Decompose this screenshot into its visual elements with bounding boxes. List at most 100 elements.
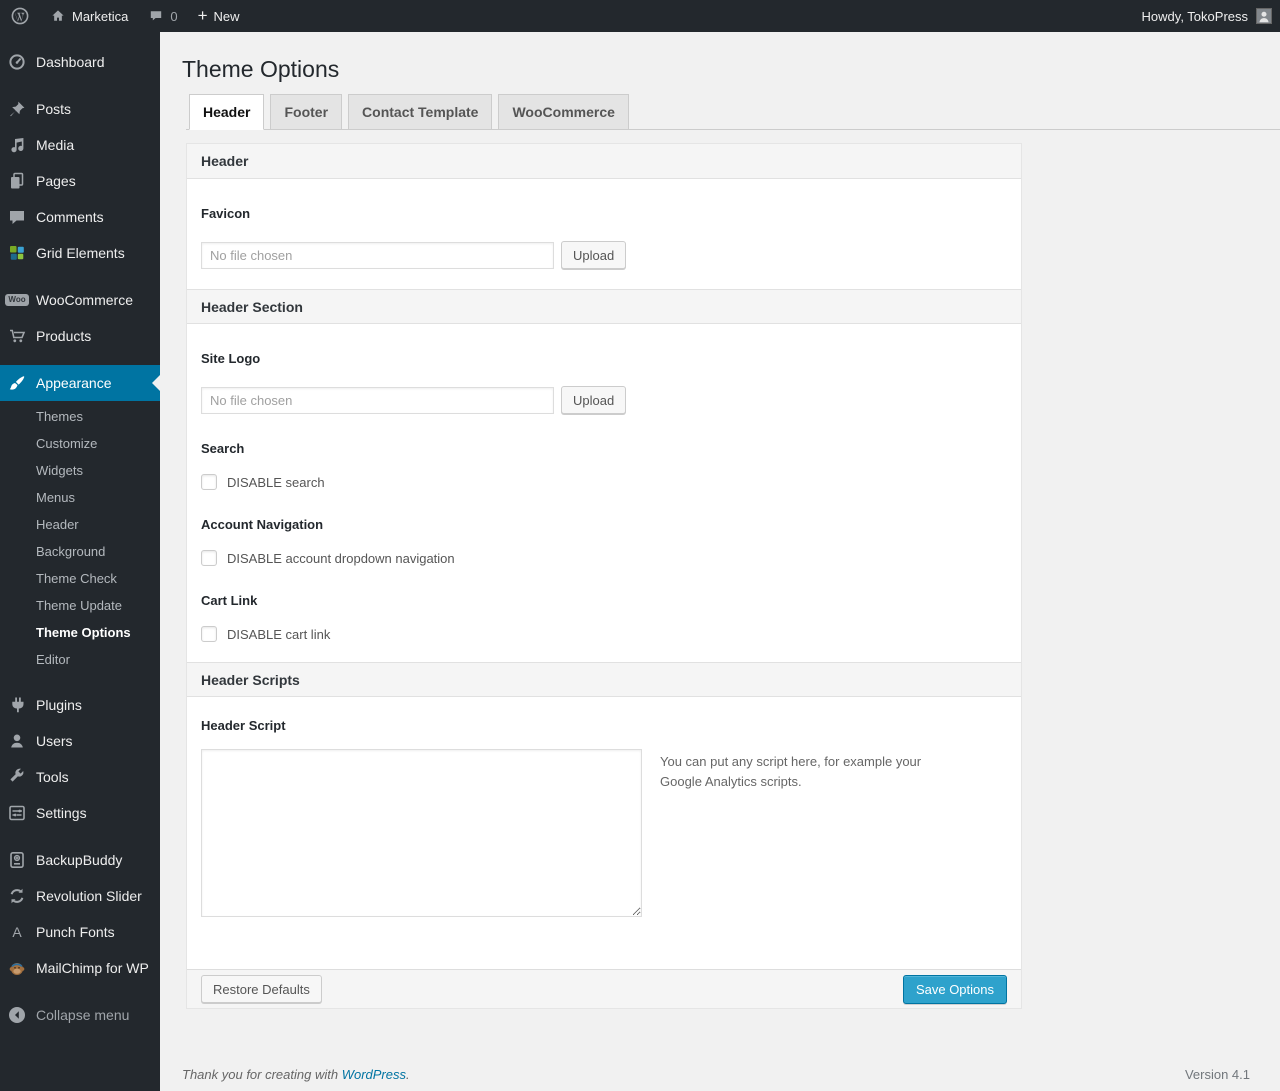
sidebar-item-products[interactable]: Products	[0, 318, 160, 354]
collapse-menu-button[interactable]: Collapse menu	[0, 997, 160, 1033]
submenu-item-header[interactable]: Header	[0, 511, 160, 538]
disable-account-nav-label: DISABLE account dropdown navigation	[227, 550, 455, 566]
favicon-file-input[interactable]	[201, 241, 554, 269]
sidebar-item-backupbuddy[interactable]: BackupBuddy	[0, 842, 160, 878]
sidebar-item-comments[interactable]: Comments	[0, 199, 160, 235]
account-navigation-label: Account Navigation	[201, 517, 324, 532]
main-content: Theme Options Header Footer Contact Templa…	[160, 32, 1280, 1091]
plus-icon: +	[197, 5, 208, 25]
tab-woocommerce[interactable]: WooCommerce	[498, 94, 629, 129]
sidebar-item-mailchimp[interactable]: MailChimp for WP	[0, 950, 160, 986]
footer-thanks-suffix: .	[406, 1067, 410, 1082]
sidebar-item-label: Comments	[36, 209, 104, 225]
submenu-item-theme-check[interactable]: Theme Check	[0, 565, 160, 592]
submenu-item-widgets[interactable]: Widgets	[0, 457, 160, 484]
sidebar-item-dashboard[interactable]: Dashboard	[0, 44, 160, 80]
submenu-item-menus[interactable]: Menus	[0, 484, 160, 511]
sidebar-item-users[interactable]: Users	[0, 723, 160, 759]
sidebar-item-settings[interactable]: Settings	[0, 795, 160, 831]
site-logo-upload-button[interactable]: Upload	[561, 386, 627, 414]
wrench-icon	[6, 767, 28, 787]
site-name: Marketica	[72, 8, 129, 24]
sidebar-item-punch-fonts[interactable]: A Punch Fonts	[0, 914, 160, 950]
footer-thanks-text: Thank you for creating with WordPress.	[182, 1067, 410, 1082]
sidebar-item-label: Tools	[36, 769, 69, 785]
submenu-item-themes[interactable]: Themes	[0, 403, 160, 430]
tab-footer[interactable]: Footer	[270, 94, 343, 129]
disable-search-checkbox[interactable]	[201, 474, 217, 490]
submenu-item-theme-update[interactable]: Theme Update	[0, 592, 160, 619]
person-icon	[1259, 11, 1269, 23]
disable-cart-link-checkbox[interactable]	[201, 626, 217, 642]
sidebar-item-tools[interactable]: Tools	[0, 759, 160, 795]
sidebar-item-label: Collapse menu	[36, 1007, 130, 1023]
monkey-icon	[6, 958, 28, 978]
disable-cart-link-label: DISABLE cart link	[227, 626, 331, 642]
grid-elements-icon	[6, 243, 28, 263]
sidebar: Dashboard Posts Media Pages Comments Gri	[0, 32, 160, 1091]
header-script-textarea[interactable]	[201, 749, 642, 917]
wordpress-logo-menu[interactable]	[0, 0, 40, 32]
account-menu[interactable]: Howdy, TokoPress	[1134, 0, 1280, 32]
page-footer: Thank you for creating with WordPress. V…	[182, 1067, 1280, 1082]
sidebar-item-revolution-slider[interactable]: Revolution Slider	[0, 878, 160, 914]
howdy-text: Howdy, TokoPress	[1141, 8, 1248, 24]
sidebar-item-posts[interactable]: Posts	[0, 91, 160, 127]
tab-header[interactable]: Header	[189, 94, 265, 130]
header-script-label: Header Script	[201, 718, 286, 733]
panel-footer: Restore Defaults Save Options	[187, 969, 1021, 1008]
letter-a-icon: A	[12, 924, 22, 940]
disable-account-nav-checkbox[interactable]	[201, 550, 217, 566]
circular-arrows-icon	[6, 886, 28, 906]
sidebar-item-label: Products	[36, 328, 92, 344]
restore-defaults-button[interactable]: Restore Defaults	[201, 975, 322, 1003]
avatar	[1256, 8, 1272, 24]
screen: Marketica 0 + New Howdy, TokoPress Dashb…	[0, 0, 1280, 1091]
save-options-button[interactable]: Save Options	[902, 974, 1007, 1004]
pushpin-icon	[6, 99, 28, 119]
cart-link-label: Cart Link	[201, 593, 258, 608]
sidebar-item-woocommerce[interactable]: Woo WooCommerce	[0, 282, 160, 318]
sidebar-item-label: Plugins	[36, 697, 82, 713]
submenu-item-editor[interactable]: Editor	[0, 646, 160, 673]
site-link[interactable]: Marketica	[40, 0, 138, 32]
sidebar-item-media[interactable]: Media	[0, 127, 160, 163]
sidebar-item-plugins[interactable]: Plugins	[0, 687, 160, 723]
collapse-arrow-icon	[6, 1005, 28, 1025]
comment-bubble-icon	[6, 207, 28, 227]
sidebar-item-pages[interactable]: Pages	[0, 163, 160, 199]
sidebar-item-grid-elements[interactable]: Grid Elements	[0, 235, 160, 271]
tab-bar: Header Footer Contact Template WooCommerce	[186, 94, 1280, 130]
sidebar-item-appearance[interactable]: Appearance	[0, 365, 160, 401]
admin-bar: Marketica 0 + New Howdy, TokoPress	[0, 0, 1280, 32]
disable-search-row: DISABLE search	[201, 474, 1007, 490]
site-logo-label: Site Logo	[201, 351, 261, 366]
submenu-item-theme-options[interactable]: Theme Options	[0, 619, 160, 646]
section-header: Header	[187, 144, 1021, 179]
comment-bubble-icon	[151, 11, 162, 21]
header-script-help-text: You can put any script here, for example…	[660, 754, 922, 790]
site-logo-file-input[interactable]	[201, 386, 554, 414]
home-icon	[52, 10, 64, 21]
disable-search-label: DISABLE search	[227, 474, 325, 490]
submenu-item-background[interactable]: Background	[0, 538, 160, 565]
media-note-icon	[6, 135, 28, 155]
wordpress-link[interactable]: WordPress	[342, 1067, 406, 1082]
appearance-submenu: Themes Customize Widgets Menus Header Ba…	[0, 401, 160, 687]
backup-drive-icon	[6, 850, 28, 870]
tab-contact-template[interactable]: Contact Template	[348, 94, 493, 129]
woo-badge-icon: Woo	[5, 290, 29, 310]
section-header-section: Header Section	[187, 289, 1021, 324]
comments-menu[interactable]: 0	[138, 0, 187, 32]
sidebar-item-label: WooCommerce	[36, 292, 133, 308]
section-header-body: Favicon Upload	[187, 179, 1021, 289]
admin-bar-left: Marketica 0 + New	[0, 0, 250, 32]
sidebar-item-label: Revolution Slider	[36, 888, 142, 904]
favicon-upload-button[interactable]: Upload	[561, 241, 627, 269]
new-menu[interactable]: + New	[188, 0, 250, 32]
search-label: Search	[201, 441, 245, 456]
submenu-item-customize[interactable]: Customize	[0, 430, 160, 457]
sidebar-item-label: Pages	[36, 173, 76, 189]
settings-sliders-icon	[6, 803, 28, 823]
brush-icon	[6, 373, 28, 393]
